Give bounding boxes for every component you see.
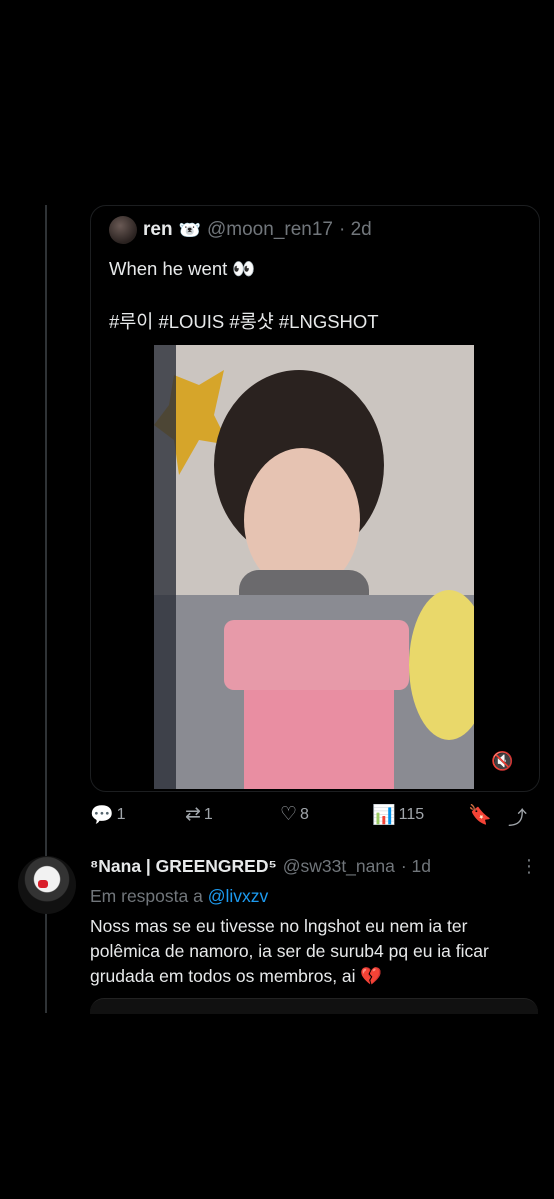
replying-to-prefix: Em resposta a [90, 886, 203, 906]
reply-icon: 💬 [90, 805, 114, 826]
heart-icon: ♡ [280, 804, 298, 825]
reply-count: 1 [116, 806, 126, 823]
reply-header: ⁸Nana | GREENGRED⁵ @sw33t_nana · 1d [90, 856, 431, 877]
mute-icon[interactable]: 🔇 [491, 751, 513, 772]
like-button[interactable]: ♡ 8 [280, 803, 309, 826]
views-icon: 📊 [372, 805, 396, 826]
retweet-count: 1 [203, 805, 213, 823]
reply-author-handle[interactable]: @sw33t_nana [283, 856, 395, 877]
retweet-icon: ⇄ [185, 804, 201, 825]
bookmark-button[interactable]: 🔖 [468, 803, 492, 827]
quoted-author-handle[interactable]: @moon_ren17 [207, 219, 333, 241]
retweet-button[interactable]: ⇄ 1 [185, 803, 213, 826]
more-options-icon[interactable]: ⋮ [520, 856, 538, 877]
share-icon: ⤴ [508, 808, 528, 829]
bookmark-icon: 🔖 [468, 805, 492, 826]
reply-text: Noss mas se eu tivesse no lngshot eu nem… [90, 916, 489, 986]
quoted-tweet-hashtags[interactable]: #루이 #LOUIS #롱샷 #LNGSHOT [109, 308, 379, 334]
reply-avatar[interactable] [18, 856, 76, 914]
like-count: 8 [300, 805, 309, 823]
next-tweet-card-edge [90, 998, 538, 1014]
tweet-action-bar: 💬 1 ⇄ 1 ♡ 8 📊 115 🔖 ⤴ [90, 803, 540, 831]
quoted-author-emoji: 🐻‍❄️ [178, 219, 201, 240]
reply-time: · 1d [400, 856, 432, 876]
reply-button[interactable]: 💬 1 [90, 803, 126, 827]
views-count: 115 [398, 806, 425, 823]
quoted-tweet-header: ren 🐻‍❄️ @moon_ren17 · 2d [109, 216, 372, 244]
quoted-avatar[interactable] [109, 216, 137, 244]
views-button[interactable]: 📊 115 [372, 803, 424, 827]
reply-author-name[interactable]: ⁸Nana | GREENGRED⁵ [90, 856, 277, 877]
quoted-tweet-time: · 2d [338, 219, 372, 240]
quoted-tweet-text: When he went 👀 [109, 258, 256, 279]
quoted-author-name[interactable]: ren [143, 219, 173, 241]
share-button[interactable]: ⤴ [508, 803, 527, 830]
video-frame-illustration [154, 345, 474, 789]
replying-to: Em resposta a @livxzv [90, 886, 268, 907]
replying-to-link[interactable]: @livxzv [208, 886, 269, 906]
quoted-tweet-video[interactable] [154, 345, 474, 789]
quoted-tweet-card[interactable]: ren 🐻‍❄️ @moon_ren17 · 2d When he went 👀… [90, 205, 540, 792]
